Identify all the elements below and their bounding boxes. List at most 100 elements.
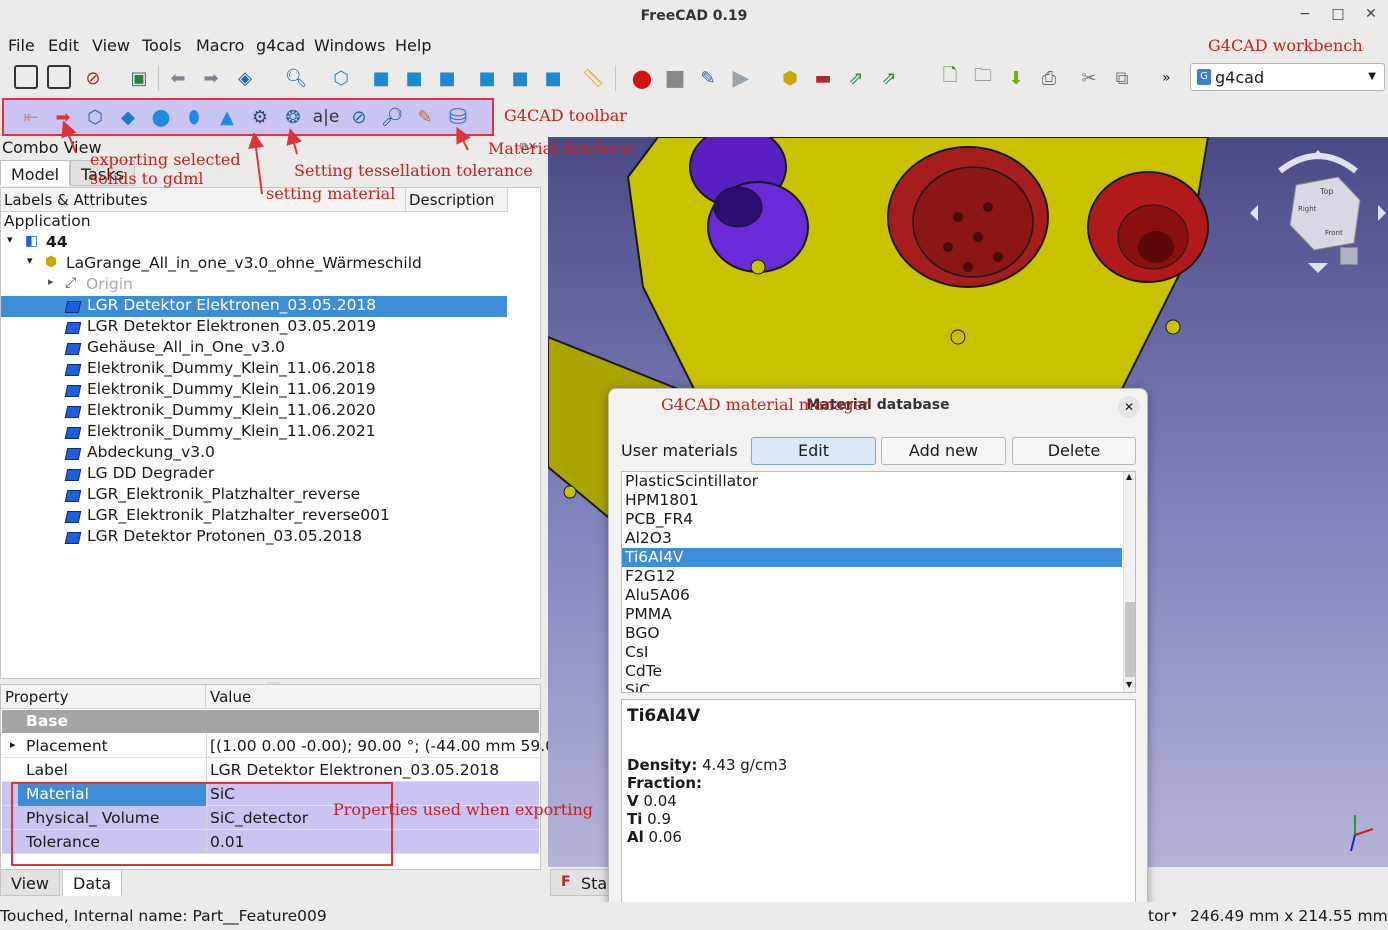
material-list-item[interactable]: PlasticScintillator [622,472,1122,491]
prop-row-placement[interactable]: ▸ Placement [(1.00 0.00 -0.00); 90.00 °;… [2,734,571,758]
delete-button[interactable]: Delete [1012,437,1136,465]
menu-windows[interactable]: Windows [314,36,385,55]
tessellation-icon[interactable]: ❂ [280,104,306,130]
edit-button[interactable]: Edit [751,437,876,465]
scrollbar[interactable]: ▲ ▼ [1123,472,1135,692]
tree-item[interactable]: Elektronik_Dummy_Klein_11.06.2019 [1,380,507,401]
material-list-item[interactable]: SiC [622,681,1122,692]
top-view-icon[interactable]: ■ [401,65,427,91]
part-icon[interactable]: ⬢ [777,65,803,91]
stop-macro-icon[interactable]: ■ [662,65,688,91]
expand-icon[interactable]: ▾ [27,254,33,275]
material-database-icon[interactable]: ⛁ [445,104,471,130]
workbench-selector[interactable]: G g4cad ▼ [1190,63,1385,91]
prop-value[interactable]: [(1.00 0.00 -0.00); 90.00 °; (-44.00 mm … [210,737,571,755]
tree-item[interactable]: LGR Detektor Elektronen_03.05.2018 [1,296,507,317]
new-file-icon[interactable]: 🗋︎ [937,65,963,91]
isometric-view-icon[interactable]: ⬡ [328,65,354,91]
link-icon[interactable]: ⇗ [843,65,869,91]
print-icon[interactable]: ⎙ [1036,65,1062,91]
record-macro-icon[interactable]: ● [629,64,655,92]
wedge-icon[interactable]: ◆ [115,104,141,130]
maximize-button[interactable]: □ [1328,6,1348,26]
fit-all-icon[interactable] [14,65,38,89]
tree-item[interactable]: Elektronik_Dummy_Klein_11.06.2020 [1,401,507,422]
material-list-item[interactable]: CdTe [622,662,1122,681]
tab-model[interactable]: Model [0,160,71,186]
bottom-view-icon[interactable]: ■ [507,65,533,91]
material-list-item[interactable]: F2G12 [622,567,1122,586]
measure-icon[interactable]: 📏︎ [580,65,606,91]
tree-item[interactable]: LGR Detektor Protonen_03.05.2018 [1,527,507,548]
minimize-button[interactable]: − [1295,6,1315,26]
tree-item[interactable]: LGR_Elektronik_Platzhalter_reverse [1,485,507,506]
navigation-cube[interactable]: Top Front Right [1248,145,1388,285]
fit-selection-icon[interactable] [47,65,71,89]
material-list-item[interactable]: Alu5A06 [622,586,1122,605]
draw-style-icon[interactable]: ⊘ [80,65,106,91]
add-new-button[interactable]: Add new [881,437,1006,465]
close-button[interactable]: ✕ [1361,6,1381,26]
rear-view-icon[interactable]: ■ [474,65,500,91]
back-arrow-icon[interactable]: ⬅ [165,65,191,91]
cut-icon[interactable]: ✂ [1076,65,1102,91]
menu-tools[interactable]: Tools [142,36,181,55]
right-view-icon[interactable]: ■ [434,65,460,91]
material-list-item[interactable]: CsI [622,643,1122,662]
navigation-icon[interactable]: ◈ [232,65,258,91]
tree-item[interactable]: LGR_Elektronik_Platzhalter_reverse001 [1,506,507,527]
visibility-icon[interactable]: ⊘ [346,104,372,130]
link-actions-icon[interactable]: ⇗ [876,65,902,91]
collapse-icon[interactable]: ▸ [48,275,54,296]
menu-edit[interactable]: Edit [48,36,79,55]
tree-header-description[interactable]: Description [406,188,508,212]
material-list-item[interactable]: HPM1801 [622,491,1122,510]
setting-material-icon[interactable]: ⚙ [247,104,273,130]
bounding-box-icon[interactable]: ▣ [126,65,152,91]
copy-icon[interactable]: ⧉ [1109,65,1135,91]
tab-data[interactable]: Data [62,869,123,896]
group-icon[interactable]: ▬ [810,65,836,91]
tree-document[interactable]: 44 [46,233,68,254]
material-list-item[interactable]: Ti6Al4V [622,548,1122,567]
material-list-item[interactable]: PMMA [622,605,1122,624]
sphere-icon[interactable]: ● [148,104,174,130]
menu-view[interactable]: View [92,36,130,55]
materials-list[interactable]: PlasticScintillator HPM1801 PCB_FR4 Al2O3 Ti… [621,471,1136,693]
scroll-up-icon[interactable]: ▲ [1126,472,1132,481]
tab-view[interactable]: View [0,869,60,896]
prop-row-label[interactable]: Label LGR Detektor Elektronen_03.05.2018 [2,758,539,782]
tree-item[interactable]: LGR Detektor Elektronen_03.05.2019 [1,317,507,338]
open-file-icon[interactable]: 🗀︎ [970,65,996,91]
material-list-item[interactable]: Al2O3 [622,529,1122,548]
prop-value[interactable]: LGR Detektor Elektronen_03.05.2018 [210,761,499,779]
tree-item[interactable]: Elektronik_Dummy_Klein_11.06.2018 [1,359,507,380]
dialog-close-button[interactable]: ✕ [1118,396,1140,418]
inspect-icon[interactable]: 🔎︎ [379,104,405,130]
zoom-icon[interactable]: 🔍︎ [283,65,309,91]
edit-macro-icon[interactable]: ✎ [695,65,721,91]
tree-item[interactable]: Elektronik_Dummy_Klein_11.06.2021 [1,422,507,443]
measure-distance-icon[interactable]: ✎ [412,104,438,130]
expand-icon[interactable]: ▸ [10,738,16,751]
front-view-icon[interactable]: ■ [368,65,394,91]
menu-g4cad[interactable]: g4cad [256,36,305,55]
menu-help[interactable]: Help [395,36,431,55]
tree-item[interactable]: LG DD Degrader [1,464,507,485]
text-rename-icon[interactable]: a|e [313,104,340,130]
expand-icon[interactable]: ▾ [7,233,13,254]
navigation-style-selector[interactable]: tor [1148,907,1170,925]
box-icon[interactable]: ⬡ [82,104,108,130]
scrollbar-thumb[interactable] [1125,602,1135,677]
cylinder-icon[interactable]: ⬮ [181,104,207,130]
save-icon[interactable]: ⬇ [1003,65,1029,91]
menu-file[interactable]: File [8,36,35,55]
tree-origin[interactable]: Origin [86,275,133,296]
scroll-down-icon[interactable]: ▼ [1126,680,1132,689]
tree-item[interactable]: Gehäuse_All_in_One_v3.0 [1,338,507,359]
tree-item[interactable]: Abdeckung_v3.0 [1,443,507,464]
import-icon[interactable]: ⇤ [18,104,44,130]
left-view-icon[interactable]: ■ [540,65,566,91]
material-list-item[interactable]: BGO [622,624,1122,643]
material-list-item[interactable]: PCB_FR4 [622,510,1122,529]
